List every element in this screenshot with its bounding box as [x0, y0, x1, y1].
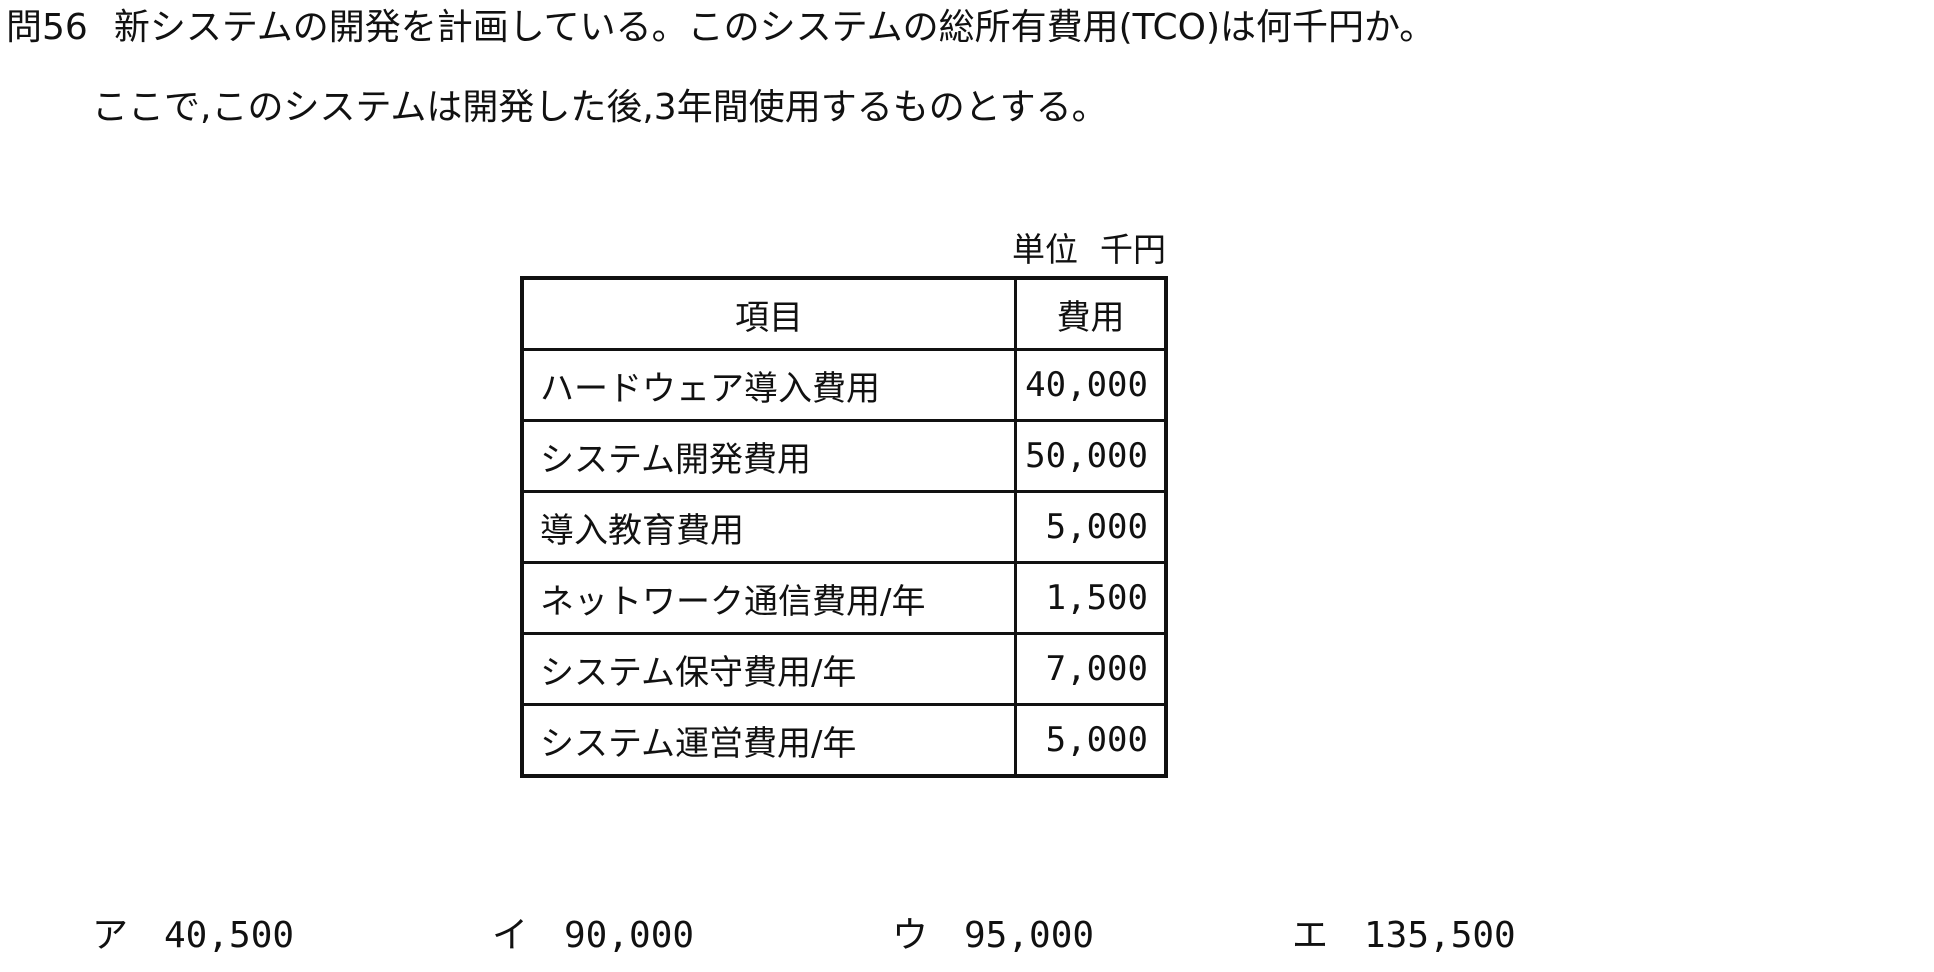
choice-u[interactable]: ウ 95,000: [892, 914, 1094, 958]
row-item: システム開発費用: [520, 419, 1017, 493]
question-number: 問56: [6, 7, 88, 48]
header-cost: 費用: [1014, 276, 1168, 351]
row-item: 導入教育費用: [520, 490, 1017, 564]
table-row: システム保守費用/年 7,000: [520, 632, 1168, 706]
table-header-row: 項目 費用: [520, 276, 1168, 351]
table-row: ハードウェア導入費用 40,000: [520, 348, 1168, 422]
question-line-1: 問56 新システムの開発を計画している。このシステムの総所有費用(TCO)は何千円…: [6, 6, 1435, 50]
row-cost: 50,000: [1014, 419, 1168, 493]
choice-value: 135,500: [1364, 915, 1516, 956]
choice-label: イ: [492, 915, 529, 956]
answer-choices: ア 40,500 イ 90,000 ウ 95,000 エ 135,500: [0, 914, 1934, 964]
unit-value: 千円: [1100, 230, 1166, 269]
choice-e[interactable]: エ 135,500: [1292, 914, 1516, 958]
choice-label: ウ: [892, 915, 929, 956]
row-cost: 7,000: [1014, 632, 1168, 706]
table-row: システム開発費用 50,000: [520, 419, 1168, 493]
choice-i[interactable]: イ 90,000: [492, 914, 694, 958]
choice-value: 95,000: [964, 915, 1095, 956]
question-text: 新システムの開発を計画している。このシステムの総所有費用(TCO)は何千円か。: [113, 7, 1436, 48]
choice-a[interactable]: ア 40,500: [92, 914, 294, 958]
row-cost: 5,000: [1014, 490, 1168, 564]
table-row: 導入教育費用 5,000: [520, 490, 1168, 564]
unit-caption: 単位: [1012, 230, 1078, 269]
choice-label: ア: [92, 915, 129, 956]
row-cost: 1,500: [1014, 561, 1168, 635]
row-cost: 5,000: [1014, 703, 1168, 778]
unit-label: 単位 千円: [960, 230, 1166, 270]
choice-value: 40,500: [164, 915, 295, 956]
header-item: 項目: [520, 276, 1017, 351]
question-condition: ここで,このシステムは開発した後,3年間使用するものとする。: [92, 87, 1108, 128]
cost-table: 項目 費用 ハードウェア導入費用 40,000 システム開発費用 50,000 …: [520, 276, 1168, 778]
table-row: ネットワーク通信費用/年 1,500: [520, 561, 1168, 635]
table-row: システム運営費用/年 5,000: [520, 703, 1168, 778]
row-item: システム運営費用/年: [520, 703, 1017, 778]
row-item: システム保守費用/年: [520, 632, 1017, 706]
choice-label: エ: [1292, 915, 1329, 956]
row-item: ネットワーク通信費用/年: [520, 561, 1017, 635]
choice-value: 90,000: [564, 915, 695, 956]
row-item: ハードウェア導入費用: [520, 348, 1017, 422]
row-cost: 40,000: [1014, 348, 1168, 422]
